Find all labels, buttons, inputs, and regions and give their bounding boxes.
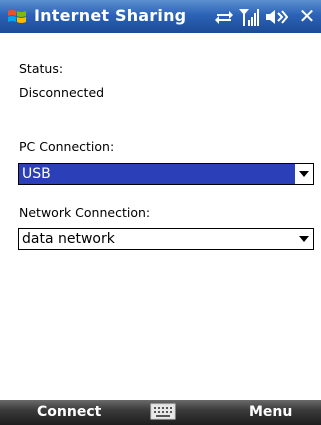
keyboard-icon[interactable]	[150, 403, 176, 420]
network-connection-dropdown[interactable]: data network	[18, 228, 314, 250]
start-logo[interactable]	[6, 6, 28, 28]
chevron-down-icon	[299, 236, 309, 242]
close-button[interactable]: ✕	[296, 4, 318, 28]
connect-softkey[interactable]: Connect	[37, 404, 101, 420]
pc-connection-dropdown[interactable]: USB	[18, 163, 314, 185]
network-connection-value: data network	[22, 231, 115, 247]
chevron-down-icon	[299, 171, 309, 177]
pc-connection-value: USB	[22, 166, 51, 182]
title-bar: Internet Sharing ✕	[0, 0, 321, 33]
content-area: Status: Disconnected PC Connection: USB …	[0, 33, 321, 400]
menu-softkey[interactable]: Menu	[249, 404, 292, 420]
menu-bar: Connect Menu	[0, 400, 321, 425]
signal-strength-icon[interactable]	[238, 7, 260, 27]
status-value: Disconnected	[19, 85, 105, 100]
pc-connection-label: PC Connection:	[19, 139, 115, 154]
dropdown-arrow-button[interactable]	[295, 229, 313, 249]
network-connection-label: Network Connection:	[19, 205, 151, 220]
status-label: Status:	[19, 61, 64, 76]
dropdown-arrow-button[interactable]	[295, 164, 313, 184]
window-title: Internet Sharing	[34, 6, 187, 25]
volume-icon[interactable]	[264, 7, 288, 27]
sync-arrows-icon[interactable]	[214, 7, 234, 27]
